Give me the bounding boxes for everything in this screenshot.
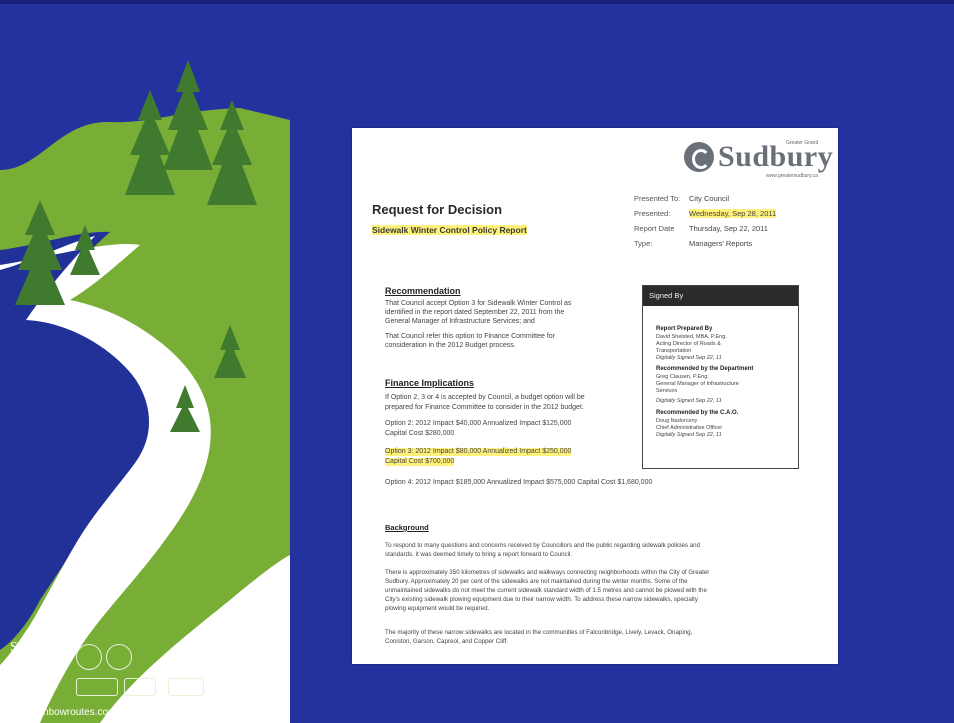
rainbow-routes-url: www.rainbowroutes.com [8,707,117,718]
finance-option-2: Option 2: 2012 Impact $40,000 Annualized… [385,420,572,427]
recommendation-line: That Council accept Option 3 for Sidewal… [385,300,572,307]
background-line: Sudbury. Approximately 20 per cent of th… [385,578,688,585]
coat-of-arms-icon [76,644,102,670]
brand-name: Sudbury [718,140,834,173]
finance-option-3-highlighted: Option 3: 2012 Impact $80,000 Annualized… [385,448,572,457]
background-line: There is approximately 350 kilometres of… [385,569,710,576]
background-line: Coniston, Garson, Capreol, and Copper Cl… [385,638,509,645]
signer-line: Doug Nadorozny [656,418,698,424]
background-heading: Background [385,523,429,532]
meta-label: Report Date [634,224,675,233]
signer-line: Services [656,388,678,394]
greater-sudbury-logo: Greater Grand Sudbury www.greatersudbury… [680,138,834,179]
signer-role: Report Prepared By [656,326,713,332]
signed-by-heading: Signed By [643,286,798,306]
finance-line: If Option 2, 3 or 4 is accepted by Counc… [385,394,585,401]
meta-label: Type: [634,239,653,248]
background-line: The majority of these narrow sidewalks a… [385,629,693,636]
meta-label: Presented: [634,209,671,218]
meta-value-highlighted: Wednesday, Sep 28, 2011 [689,209,777,218]
signed-date: Digitally Signed Sep 22, 11 [656,355,722,361]
recommendation-line: consideration in the 2012 Budget process… [385,342,516,349]
request-for-decision-document: Greater Grand Sudbury www.greatersudbury… [352,128,838,664]
recommendation-line: General Manager of Infrastructure Servic… [385,318,535,325]
meta-value: Managers' Reports [689,239,753,248]
recommendation-line: identified in the report dated September… [385,309,565,316]
maple-leaf-emblem-icon [106,644,132,670]
signer-line: Greg Clausen, P.Eng. [656,374,709,380]
signer-role: Recommended by the Department [656,366,754,372]
signer-line: General Manager of Infrastructure [656,381,739,387]
recommendation-line: That Council refer this option to Financ… [385,333,556,340]
meta-value: City Council [689,194,730,203]
partner-logo-icon [76,678,118,696]
background-line: To respond to many questions and concern… [385,542,701,549]
document-title: Request for Decision [372,202,503,217]
background-line: standards, it was deemed timely to bring… [385,551,573,558]
sudbury-logo: Sudbury [10,640,58,655]
ontario-logo-icon [124,678,156,696]
recommendation-heading: Recommendation [385,286,461,296]
canada-wordmark: Canada [10,676,55,692]
finance-implications-heading: Finance Implications [385,378,475,388]
signer-line: David Shelsted, MBA, P.Eng. [656,334,727,340]
meta-value: Thursday, Sep 22, 2011 [689,224,768,233]
finance-line: prepared for Finance Committee to consid… [385,404,584,411]
finance-option-2: Capital Cost $280,000 [385,430,455,437]
signer-line: Chief Administrative Officer [656,425,723,431]
signer-role: Recommended by the C.A.O. [656,410,739,416]
rainbow-routes-landscape-illustration [0,60,290,723]
presentation-slide: Sudbury Canada www.rainbowroutes.com Gre… [0,0,954,723]
background-line: plowing equipment would be required. [385,605,490,612]
brand-url: www.greatersudbury.ca [766,173,818,179]
signer-line: Transportation [656,348,692,354]
signed-date: Digitally Signed Sep 22, 11 [656,432,722,438]
footer-logos: Sudbury Canada www.rainbowroutes.com [6,638,286,723]
background-line: unmaintained sidewalks do not meet the c… [385,587,707,594]
meta-label: Presented To: [634,194,681,203]
trail-partner-logo-icon [168,678,204,696]
signed-date: Digitally Signed Sep 22, 11 [656,398,722,404]
finance-option-3-highlighted: Capital Cost $700,000 [385,458,455,467]
signer-line: Acting Director of Roads & [656,341,721,347]
finance-option-4: Option 4: 2012 Impact $185,000 Annualize… [385,479,653,486]
document-subtitle: Sidewalk Winter Control Policy Report [372,225,527,236]
sudbury-swirl-icon [684,142,714,172]
signed-by-box: Signed By Report Prepared By David Shels… [642,285,799,469]
background-line: City's existing sidewalk plowing equipme… [385,596,698,603]
